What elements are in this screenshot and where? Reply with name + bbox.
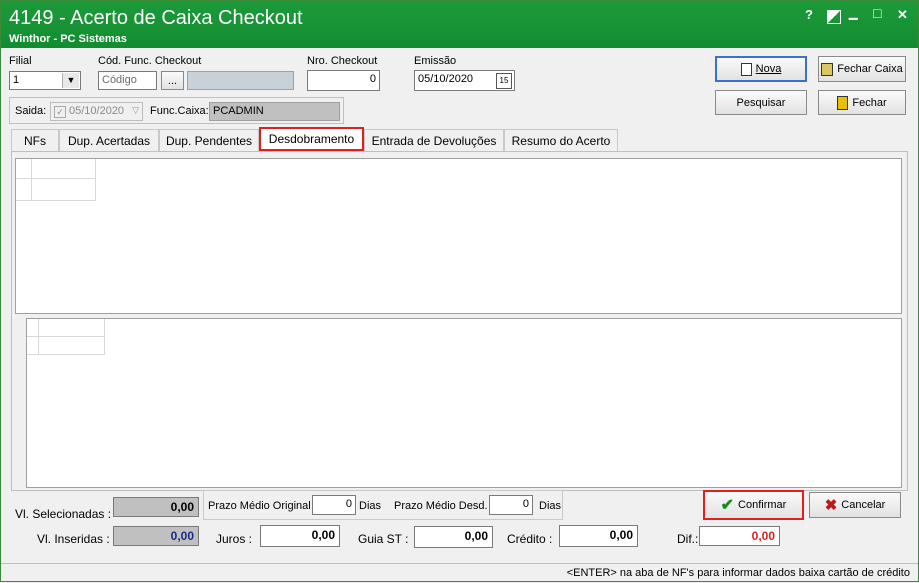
window-title: 4149 - Acerto de Caixa Checkout — [9, 7, 303, 29]
chevron-down-icon: ▽ — [132, 105, 139, 115]
juros-field[interactable]: 0,00 — [260, 525, 340, 547]
dias-label-2: Dias — [539, 500, 562, 512]
fechar-caixa-button[interactable]: Fechar Caixa — [818, 56, 906, 82]
dif-label: Dif.: — [677, 532, 699, 546]
filial-value: 1 — [13, 74, 20, 86]
prazo-desd-label: Prazo Médio Desd. — [394, 500, 488, 512]
pesquisar-button[interactable]: Pesquisar — [715, 90, 807, 115]
vl-inseridas-label: Vl. Inseridas : — [37, 532, 110, 546]
tab-dup-acertadas[interactable]: Dup. Acertadas — [59, 129, 159, 151]
vl-selecionadas-label: Vl. Selecionadas : — [15, 507, 112, 521]
emissao-label: Emissão — [414, 55, 457, 67]
cancel-x-icon: ✖ — [824, 497, 838, 514]
grid-row-cell — [16, 179, 32, 201]
nova-button[interactable]: Nova — [715, 56, 807, 82]
grid-header-cell — [32, 159, 96, 179]
cancelar-button[interactable]: ✖ Cancelar — [809, 492, 901, 518]
new-document-icon — [740, 62, 752, 76]
checkmark-icon: ✔ — [720, 497, 735, 514]
nro-checkout-label: Nro. Checkout — [307, 55, 378, 67]
app-window: 4149 - Acerto de Caixa Checkout Winthor … — [0, 0, 919, 582]
filial-select[interactable]: 1 ▼ — [9, 71, 81, 90]
pesquisar-label: Pesquisar — [736, 96, 786, 109]
grid-row-cell — [39, 337, 105, 355]
emissao-value: 05/10/2020 — [418, 73, 474, 85]
tab-content — [11, 151, 908, 491]
window-subtitle: Winthor - PC Sistemas — [9, 33, 127, 45]
cod-func-search-button[interactable]: ... — [161, 71, 184, 90]
func-caixa-label: Func.Caixa: — [150, 105, 209, 117]
credito-label: Crédito : — [507, 532, 553, 546]
tab-resumo-acerto[interactable]: Resumo do Acerto — [504, 129, 618, 151]
cod-func-name-field — [187, 71, 294, 90]
grid-bottom[interactable] — [26, 318, 902, 488]
grid-header-cell — [39, 319, 105, 337]
cod-func-input[interactable]: Código — [98, 71, 157, 90]
grid-header-cell — [16, 159, 32, 179]
prazo-desd-field: 0 — [489, 495, 533, 515]
prazo-original-label: Prazo Médio Original — [208, 500, 311, 512]
tab-nfs[interactable]: NFs — [11, 129, 59, 151]
guia-st-label: Guia ST : — [358, 532, 409, 546]
close-button[interactable]: ✕ — [897, 7, 908, 23]
chevron-down-icon[interactable]: ▼ — [62, 73, 79, 88]
prazo-original-field: 0 — [312, 495, 356, 515]
cancelar-label: Cancelar — [841, 499, 886, 511]
credito-field[interactable]: 0,00 — [559, 525, 638, 547]
saida-date-field: ✓ 05/10/2020 ▽ — [50, 102, 143, 121]
dif-field: 0,00 — [699, 526, 780, 546]
emissao-date-input[interactable]: 05/10/2020 15 — [414, 70, 515, 91]
vl-inseridas-value: 0,00 — [113, 526, 199, 546]
exit-door-icon — [837, 95, 849, 110]
confirmar-label: Confirmar — [738, 499, 787, 511]
grid-row-cell — [32, 179, 96, 201]
fechar-label: Fechar — [852, 96, 887, 109]
minimize-button[interactable]: ▁ — [849, 7, 857, 20]
calendar-icon[interactable]: 15 — [496, 73, 512, 89]
grid-row-cell — [27, 337, 39, 355]
saida-group: Saida: ✓ 05/10/2020 ▽ Func.Caixa: PCADMI… — [9, 97, 344, 124]
saida-label: Saida: — [15, 105, 47, 117]
vl-selecionadas-value: 0,00 — [113, 497, 199, 517]
cash-register-icon — [821, 62, 834, 76]
juros-label: Juros : — [216, 532, 253, 546]
restore-icon[interactable] — [827, 10, 841, 24]
confirmar-button[interactable]: ✔ Confirmar — [703, 490, 804, 520]
help-button[interactable]: ? — [805, 7, 813, 22]
grid-top[interactable] — [15, 158, 902, 314]
tab-entrada-devolucoes[interactable]: Entrada de Devoluções — [364, 129, 504, 151]
fechar-button[interactable]: Fechar — [818, 90, 906, 115]
title-bar: 4149 - Acerto de Caixa Checkout Winthor … — [1, 1, 918, 48]
maximize-button[interactable]: □ — [873, 5, 881, 21]
func-caixa-field: PCADMIN — [209, 102, 340, 121]
saida-value: 05/10/2020 — [69, 105, 125, 117]
cod-func-label: Cód. Func. Checkout — [98, 55, 202, 67]
nova-label: Nova — [755, 63, 782, 75]
saida-checkbox-icon: ✓ — [54, 106, 66, 118]
guia-st-field[interactable]: 0,00 — [414, 526, 493, 548]
nro-checkout-input[interactable]: 0 — [307, 70, 380, 91]
dias-label-1: Dias — [359, 500, 382, 512]
grid-header-cell — [27, 319, 39, 337]
fechar-caixa-label: Fechar Caixa — [837, 63, 903, 75]
tab-dup-pendentes[interactable]: Dup. Pendentes — [159, 129, 259, 151]
status-bar: <ENTER> na aba de NF's para informar dad… — [1, 563, 918, 583]
status-hint: <ENTER> na aba de NF's para informar dad… — [566, 567, 910, 579]
filial-label: Filial — [9, 55, 32, 67]
tab-desdobramento[interactable]: Desdobramento — [259, 127, 364, 151]
